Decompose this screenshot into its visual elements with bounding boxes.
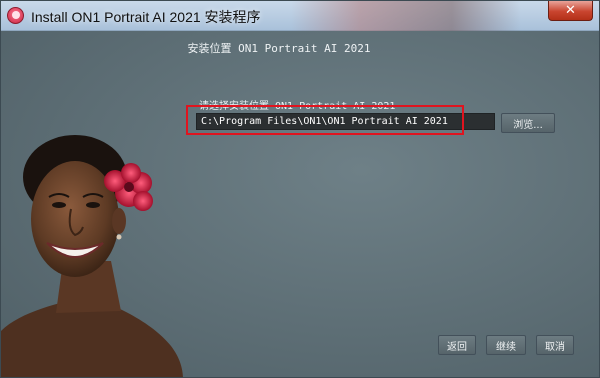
window-title: Install ON1 Portrait AI 2021 安装程序 [31,9,261,25]
page-heading: 安装位置 ON1 Portrait AI 2021 [187,42,371,55]
browse-button[interactable]: 浏览... [501,113,555,133]
cancel-button[interactable]: 取消 [536,335,574,355]
installer-window: Install ON1 Portrait AI 2021 安装程序 ✕ 安装位置… [0,0,600,378]
close-icon: ✕ [565,3,576,18]
installer-body: 安装位置 ON1 Portrait AI 2021 请选择安装位置 ON1 Po… [1,31,599,377]
next-button[interactable]: 继续 [486,335,526,355]
title-bar-photo-strip [291,1,521,31]
close-button[interactable]: ✕ [548,1,593,21]
install-path-input[interactable] [196,113,495,130]
back-button[interactable]: 返回 [438,335,476,355]
install-location-prompt: 请选择安装位置 ON1 Portrait AI 2021 [199,101,396,112]
portrait-image [1,135,183,377]
title-bar[interactable]: Install ON1 Portrait AI 2021 安装程序 ✕ [1,1,599,31]
on1-app-icon [7,7,24,24]
